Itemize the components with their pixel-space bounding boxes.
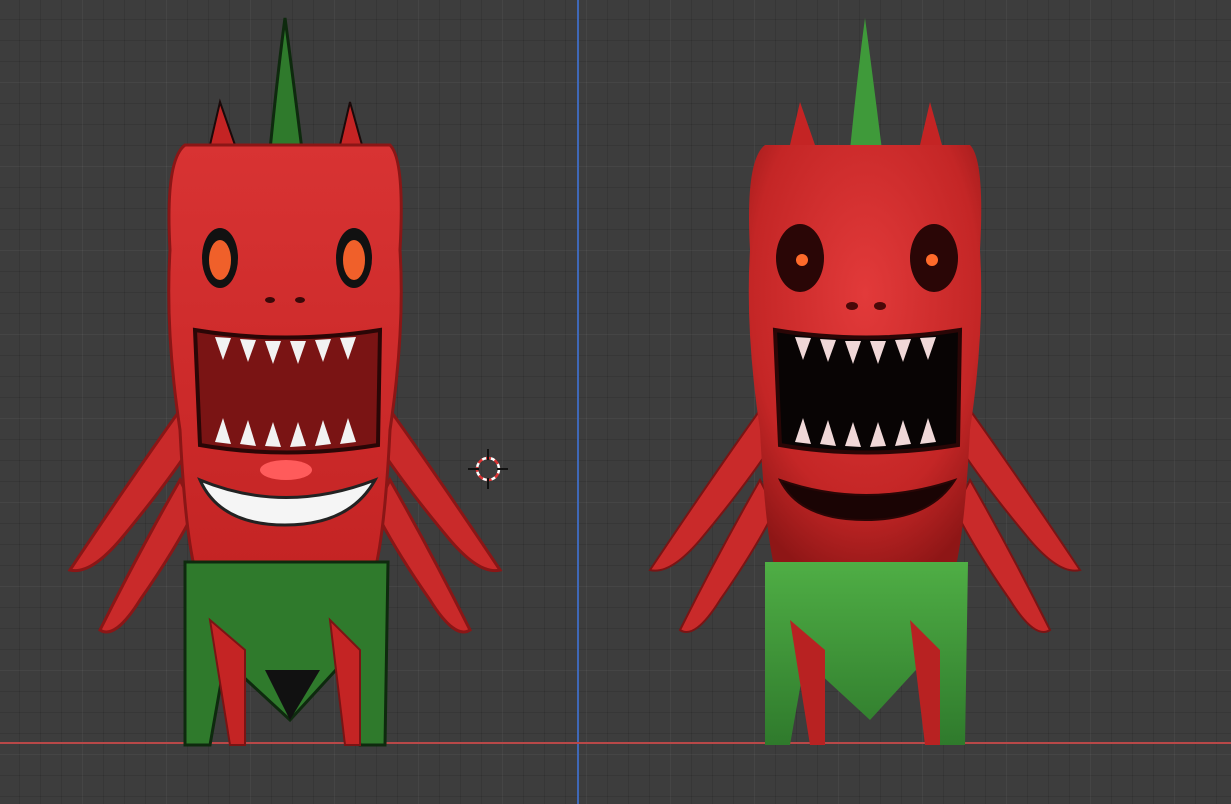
red-pepper-creature-toon[interactable] bbox=[60, 10, 510, 750]
3d-viewport[interactable] bbox=[0, 0, 1231, 804]
y-axis-line bbox=[577, 0, 579, 804]
horns bbox=[790, 18, 942, 150]
3d-cursor-icon[interactable] bbox=[466, 447, 510, 491]
tongue-spot bbox=[260, 460, 312, 480]
horns bbox=[208, 17, 364, 152]
red-pepper-creature-shaded[interactable] bbox=[640, 10, 1090, 750]
